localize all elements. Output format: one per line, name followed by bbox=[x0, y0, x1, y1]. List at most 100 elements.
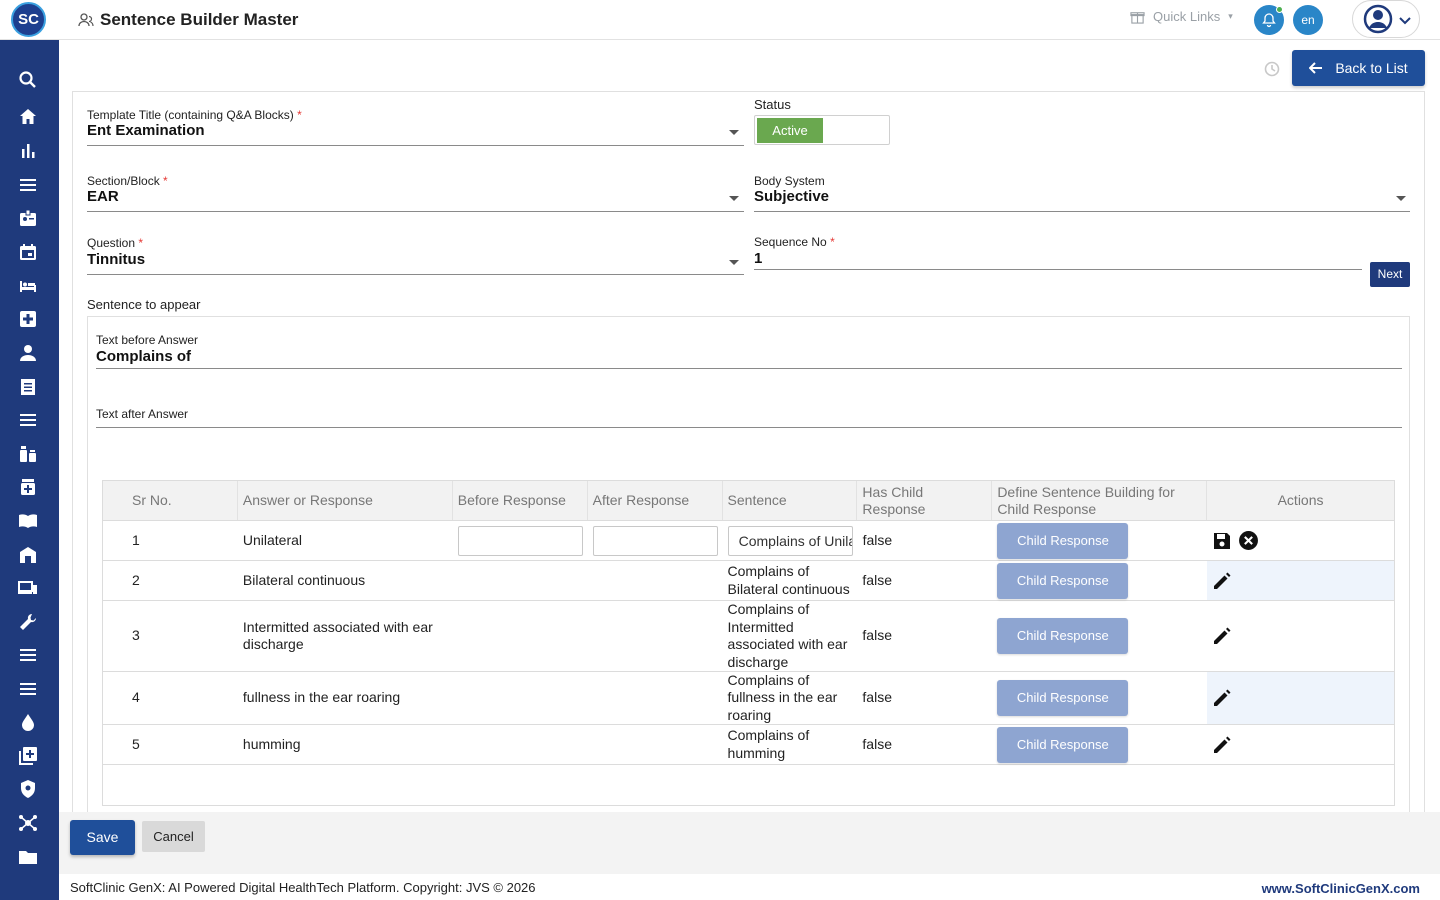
edit-pencil-icon[interactable] bbox=[1212, 688, 1232, 708]
after-response-cell bbox=[588, 725, 723, 764]
devices-icon[interactable] bbox=[18, 578, 38, 598]
receipt-icon[interactable] bbox=[18, 377, 38, 397]
sequence-underline bbox=[754, 269, 1362, 270]
edit-pencil-icon[interactable] bbox=[1212, 571, 1232, 591]
child-response-button[interactable]: Child Response bbox=[997, 680, 1129, 716]
cancel-circle-icon[interactable] bbox=[1238, 530, 1259, 551]
template-title-underline bbox=[87, 145, 744, 146]
menu-icon[interactable] bbox=[18, 175, 38, 195]
person-icon[interactable] bbox=[18, 343, 38, 363]
has-child-cell: false bbox=[862, 627, 892, 644]
table-header: Sr No. Answer or Response Before Respons… bbox=[103, 481, 1394, 521]
child-response-cell: Child Response bbox=[992, 725, 1207, 764]
shield-icon[interactable] bbox=[18, 779, 38, 799]
actions-cell bbox=[1207, 672, 1394, 724]
back-to-list-button[interactable]: Back to List bbox=[1292, 50, 1425, 86]
language-button[interactable]: en bbox=[1293, 5, 1323, 35]
before-response-input[interactable] bbox=[457, 525, 583, 556]
sentence-cell: Complains of fullness in the ear roaring bbox=[727, 671, 838, 723]
child-response-button[interactable]: Child Response bbox=[997, 562, 1129, 599]
sentence-input[interactable]: Complains of Unilateral bbox=[727, 525, 853, 556]
table-row: 2 Bilateral continuous Complains of Bila… bbox=[103, 561, 1394, 601]
before-response-cell bbox=[453, 601, 588, 671]
drop-icon[interactable] bbox=[18, 712, 38, 732]
chevron-down-icon: ▾ bbox=[1228, 11, 1233, 21]
folder-icon[interactable] bbox=[18, 847, 38, 867]
text-after-underline bbox=[96, 427, 1402, 428]
calendar-icon[interactable] bbox=[18, 242, 38, 262]
app-logo[interactable]: SC bbox=[11, 2, 46, 37]
search-icon[interactable] bbox=[18, 70, 38, 90]
add-box-icon[interactable] bbox=[18, 746, 38, 766]
answer-cell: Bilateral continuous bbox=[242, 571, 366, 588]
list-icon[interactable] bbox=[18, 410, 38, 430]
question-select[interactable]: Tinnitus bbox=[87, 251, 145, 268]
section-block-label: Section/Block * bbox=[87, 174, 168, 188]
actions-cell bbox=[1207, 725, 1394, 764]
save-icon[interactable] bbox=[1212, 531, 1232, 551]
medication-icon[interactable] bbox=[18, 444, 38, 464]
quick-links-dropdown[interactable]: Quick Links ▾ bbox=[1130, 9, 1233, 24]
form-card: Template Title (containing Q&A Blocks) *… bbox=[72, 91, 1425, 821]
answer-cell: humming bbox=[242, 735, 301, 752]
text-before-input[interactable]: Complains of bbox=[96, 348, 191, 365]
has-child-cell: false bbox=[862, 689, 892, 706]
profile-menu[interactable] bbox=[1352, 0, 1420, 38]
footer-copyright: SoftClinic GenX: AI Powered Digital Heal… bbox=[70, 880, 536, 895]
status-toggle[interactable]: Active bbox=[754, 115, 890, 145]
save-button[interactable]: Save bbox=[70, 820, 135, 855]
home-icon[interactable] bbox=[18, 107, 38, 127]
child-response-cell: Child Response bbox=[992, 521, 1207, 560]
text-after-label: Text after Answer bbox=[96, 407, 189, 421]
top-bar: SC Sentence Builder Master Quick Links ▾… bbox=[0, 0, 1440, 40]
footer-site-link[interactable]: www.SoftClinicGenX.com bbox=[1262, 881, 1420, 896]
col-has-child: Has Child Response bbox=[857, 481, 993, 520]
edit-pencil-icon[interactable] bbox=[1212, 626, 1232, 646]
body-system-select[interactable]: Subjective bbox=[754, 188, 829, 205]
col-after-response: After Response bbox=[588, 481, 723, 520]
list-icon[interactable] bbox=[18, 679, 38, 699]
answer-cell: fullness in the ear roaring bbox=[242, 689, 401, 706]
bed-icon[interactable] bbox=[18, 276, 38, 296]
after-response-input[interactable] bbox=[592, 525, 718, 556]
table-row: 1 Unilateral Complains of Unilateral fal… bbox=[103, 521, 1394, 561]
badge-icon[interactable] bbox=[18, 208, 38, 228]
after-response-cell bbox=[588, 601, 723, 671]
template-title-select[interactable]: Ent Examination bbox=[87, 122, 205, 139]
main-content: Back to List Template Title (containing … bbox=[59, 40, 1440, 821]
sentence-cell: Complains of Bilateral continuous bbox=[727, 563, 850, 597]
users-icon bbox=[78, 13, 94, 27]
back-to-list-label: Back to List bbox=[1335, 60, 1408, 76]
history-icon[interactable] bbox=[1263, 60, 1281, 78]
section-block-select[interactable]: EAR bbox=[87, 188, 119, 205]
child-response-button[interactable]: Child Response bbox=[997, 618, 1129, 654]
sequence-label: Sequence No * bbox=[754, 235, 835, 249]
network-icon[interactable] bbox=[18, 813, 38, 833]
next-button[interactable]: Next bbox=[1370, 262, 1410, 287]
actions-cell bbox=[1207, 561, 1394, 600]
bar-chart-icon[interactable] bbox=[18, 141, 38, 161]
pharmacy-icon[interactable] bbox=[18, 477, 38, 497]
notifications-button[interactable] bbox=[1254, 5, 1284, 35]
bottom-action-bar: Save Cancel bbox=[59, 812, 1440, 874]
building-icon[interactable] bbox=[18, 545, 38, 565]
wrench-icon[interactable] bbox=[18, 612, 38, 632]
after-response-cell bbox=[588, 672, 723, 724]
book-icon[interactable] bbox=[18, 511, 38, 531]
child-response-button[interactable]: Child Response bbox=[997, 522, 1129, 559]
list-icon[interactable] bbox=[18, 645, 38, 665]
child-response-button[interactable]: Child Response bbox=[997, 726, 1129, 763]
body-system-label: Body System bbox=[754, 174, 825, 188]
medical-plus-icon[interactable] bbox=[18, 309, 38, 329]
gift-icon bbox=[1130, 12, 1145, 24]
edit-pencil-icon[interactable] bbox=[1212, 735, 1232, 755]
sentence-cell: Complains of humming bbox=[727, 727, 810, 761]
responses-table: Sr No. Answer or Response Before Respons… bbox=[102, 480, 1395, 806]
template-title-label: Template Title (containing Q&A Blocks) * bbox=[87, 108, 302, 122]
dropdown-arrow-icon bbox=[729, 196, 739, 201]
answer-cell: Unilateral bbox=[242, 531, 303, 548]
cancel-button[interactable]: Cancel bbox=[142, 821, 205, 852]
status-active-option[interactable]: Active bbox=[757, 118, 823, 143]
text-before-label: Text before Answer bbox=[96, 333, 199, 347]
sequence-input[interactable]: 1 bbox=[754, 250, 762, 267]
